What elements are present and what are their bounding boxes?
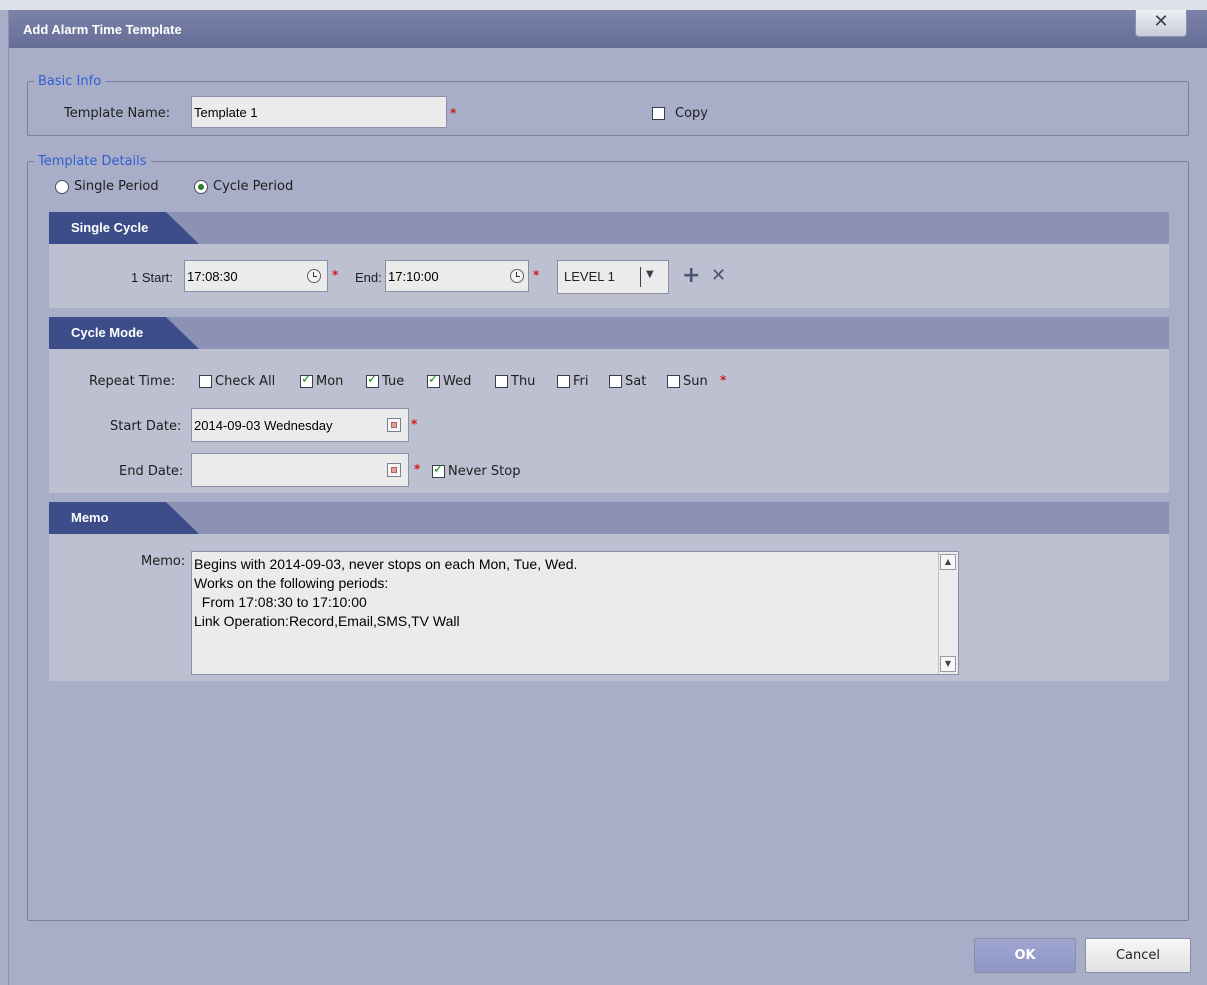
- basic-info-legend: Basic Info: [38, 74, 102, 89]
- end-date-label: End Date:: [119, 464, 184, 479]
- cycle-period-radio[interactable]: [194, 180, 208, 194]
- add-period-icon[interactable]: +: [682, 265, 700, 287]
- dialog-title: Add Alarm Time Template: [23, 22, 182, 37]
- day-checkbox-fri[interactable]: [557, 375, 570, 388]
- day-checkbox-mon[interactable]: [300, 372, 313, 388]
- ok-button[interactable]: OK: [974, 938, 1076, 973]
- clock-icon[interactable]: [510, 269, 524, 283]
- start-time-label: 1 Start:: [131, 270, 173, 285]
- required-mark: *: [414, 462, 421, 476]
- add-alarm-time-template-dialog: Add Alarm Time Template ✕ Basic Info Tem…: [8, 10, 1207, 985]
- calendar-icon[interactable]: [387, 418, 401, 432]
- single-cycle-section: Single Cycle 1 Start: 17:08:30 * End: 17…: [49, 212, 1169, 308]
- start-date-label: Start Date:: [110, 419, 182, 434]
- day-checkbox-sat[interactable]: [609, 375, 622, 388]
- cycle-mode-section: Cycle Mode Repeat Time: Check All Mon Tu…: [49, 317, 1169, 493]
- memo-text: Begins with 2014-09-03, never stops on e…: [194, 556, 578, 629]
- single-period-label: Single Period: [74, 179, 159, 194]
- cycle-mode-header: Cycle Mode: [49, 317, 1169, 349]
- end-time-input[interactable]: 17:10:00: [385, 260, 529, 292]
- background-strip: [0, 0, 1207, 10]
- level-select-value: LEVEL 1: [564, 269, 615, 284]
- repeat-time-label: Repeat Time:: [89, 374, 176, 389]
- copy-checkbox[interactable]: [652, 107, 665, 120]
- template-name-label: Template Name:: [64, 106, 171, 121]
- day-checkbox-tue[interactable]: [366, 372, 379, 388]
- template-name-input[interactable]: Template 1: [191, 96, 447, 128]
- day-label-wed: Wed: [443, 374, 472, 389]
- dialog-title-bar: Add Alarm Time Template ✕: [9, 10, 1207, 48]
- calendar-icon[interactable]: [387, 463, 401, 477]
- cancel-button[interactable]: Cancel: [1085, 938, 1191, 973]
- day-label-sat: Sat: [625, 374, 647, 389]
- scroll-up-icon[interactable]: ▲: [940, 554, 956, 570]
- memo-title: Memo: [71, 510, 109, 525]
- memo-scrollbar[interactable]: ▲ ▼: [938, 552, 958, 674]
- check-all-checkbox[interactable]: [199, 375, 212, 388]
- required-mark: *: [411, 417, 418, 431]
- memo-label: Memo:: [141, 554, 186, 569]
- cycle-period-label: Cycle Period: [213, 179, 294, 194]
- day-checkbox-wed[interactable]: [427, 372, 440, 388]
- day-checkbox-thu[interactable]: [495, 375, 508, 388]
- day-label-tue: Tue: [382, 374, 405, 389]
- end-date-input[interactable]: [191, 453, 409, 487]
- chevron-down-icon: ▼: [646, 269, 654, 280]
- day-label-mon: Mon: [316, 374, 344, 389]
- delete-period-icon[interactable]: ✕: [711, 267, 726, 285]
- memo-textarea[interactable]: Begins with 2014-09-03, never stops on e…: [191, 551, 959, 675]
- single-period-radio[interactable]: [55, 180, 69, 194]
- clock-icon[interactable]: [307, 269, 321, 283]
- day-checkbox-sun[interactable]: [667, 375, 680, 388]
- never-stop-label: Never Stop: [448, 464, 521, 479]
- memo-section: Memo Memo: Begins with 2014-09-03, never…: [49, 502, 1169, 681]
- day-label-sun: Sun: [683, 374, 708, 389]
- required-mark: *: [720, 373, 727, 387]
- never-stop-checkbox[interactable]: [432, 462, 445, 478]
- cycle-mode-title: Cycle Mode: [71, 325, 144, 340]
- check-all-label: Check All: [215, 374, 276, 389]
- memo-header: Memo: [49, 502, 1169, 534]
- start-date-input[interactable]: 2014-09-03 Wednesday: [191, 408, 409, 442]
- required-mark: *: [450, 106, 457, 120]
- day-label-thu: Thu: [511, 374, 536, 389]
- template-details-legend: Template Details: [38, 154, 147, 169]
- level-select[interactable]: LEVEL 1 ▼: [557, 260, 669, 294]
- end-time-label: End:: [355, 270, 382, 285]
- day-label-fri: Fri: [573, 374, 589, 389]
- single-cycle-title: Single Cycle: [71, 220, 149, 235]
- required-mark: *: [533, 268, 540, 282]
- required-mark: *: [332, 268, 339, 282]
- close-icon[interactable]: ✕: [1135, 10, 1187, 37]
- copy-label: Copy: [675, 106, 708, 121]
- scroll-down-icon[interactable]: ▼: [940, 656, 956, 672]
- single-cycle-header: Single Cycle: [49, 212, 1169, 244]
